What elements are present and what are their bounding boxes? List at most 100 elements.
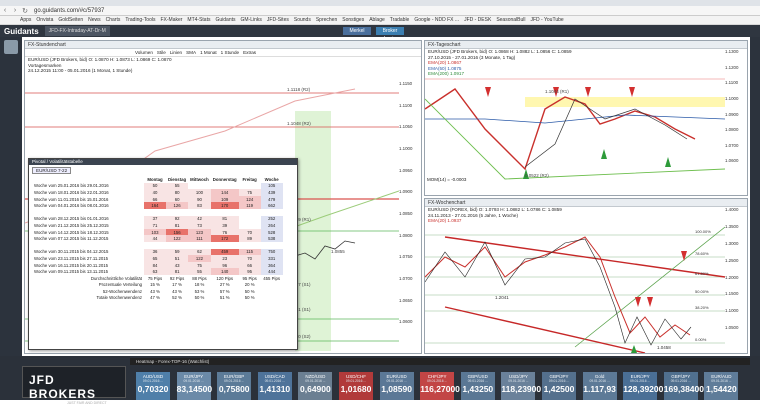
resistance-zone xyxy=(525,97,725,107)
heatmap-tile[interactable]: Gold 09.01.2016 ... 1.117,93 xyxy=(582,372,617,400)
price-label: 1.0458 xyxy=(657,345,671,350)
toolbar-button[interactable]: SMA xyxy=(186,49,196,56)
tile-date: 09.01.2016 ... xyxy=(589,379,610,383)
summary-cell: 50 % xyxy=(244,288,255,294)
summary-row: Prozentuale Verteilung 15 % 17 % 18 % 27 % 20… xyxy=(32,282,283,289)
heatmap-tile[interactable]: AUD/USD 09.01.2016 ... 0,70320 xyxy=(136,372,170,400)
toolbar-button[interactable]: Volumen xyxy=(135,49,153,56)
bookmark-item[interactable]: News xyxy=(88,17,101,23)
summary-cell: 20 % xyxy=(244,282,255,288)
axis-tick-label: 1.0500 xyxy=(725,325,739,331)
table-cell: 111 xyxy=(188,235,211,242)
bookmark-item[interactable]: Tradable xyxy=(390,17,410,23)
table-cell: 76 xyxy=(210,228,239,236)
table-cell: 115 xyxy=(238,248,261,256)
table-cell xyxy=(32,209,144,216)
forward-icon[interactable]: › xyxy=(10,7,20,14)
table-cell: 36 xyxy=(144,248,166,256)
bookmark-item[interactable]: Google - NDD FX ... xyxy=(414,17,459,23)
tab-workspace[interactable]: JFD-FX-Intraday-AT-Dr-M xyxy=(44,26,110,36)
bookmark-item[interactable]: SeasonalBull xyxy=(496,17,525,23)
table-cell: 109 xyxy=(210,195,239,203)
symbol-select[interactable]: EUR/USD 7-22 xyxy=(32,167,72,174)
heatmap-tile[interactable]: EUR/USD 09.01.2016 ... 1,08590 xyxy=(379,372,414,400)
table-cell: Woche vom 09.11.2015 bis 13.11.2015 xyxy=(34,269,109,275)
bookmark-item[interactable]: Trading-Tools xyxy=(125,17,155,23)
weekly-chart-panel: FX-Wochenchart EUR/USD (FOREX, bid) O: 1… xyxy=(424,198,748,354)
table-cell: 100 xyxy=(188,189,211,196)
tile-value: 0,75800 xyxy=(218,384,250,394)
table-cell: 122 xyxy=(188,255,211,262)
trend-line xyxy=(425,98,725,180)
table-cell: 60 xyxy=(166,195,189,203)
table-cell xyxy=(188,183,211,190)
table-cell: 89 xyxy=(238,235,261,242)
reload-icon[interactable]: ↻ xyxy=(20,7,30,15)
bookmark-item[interactable]: GoldSeiten xyxy=(58,17,83,23)
weekly-chart-canvas[interactable]: 1.2041 1.0458 100.00% 78.60% 61.80% 50.0… xyxy=(425,207,725,353)
toolbar-button[interactable]: Stile xyxy=(157,49,166,56)
table-cell xyxy=(32,242,144,249)
back-icon[interactable]: ‹ xyxy=(0,7,10,14)
summary-cell xyxy=(261,295,283,302)
tile-value: 1,41310 xyxy=(259,384,291,394)
bookmark-item[interactable]: MT4-Stats xyxy=(187,17,210,23)
toolbar-button[interactable]: 1 Monat xyxy=(200,49,217,56)
table-cell: 70 xyxy=(238,228,261,236)
heatmap-tile[interactable]: GBP/USD 09.01.2016 ... 1,43250 xyxy=(460,372,495,400)
broker-login-button[interactable]: Broker Login xyxy=(376,27,404,42)
summary-cell: 15 % xyxy=(150,282,160,288)
table-row: Woche vom 28.12.2015 bis 01.01.2016 37 92 4… xyxy=(32,215,283,223)
bookmark-item[interactable]: Guidants xyxy=(215,17,235,23)
column-header: Freitag xyxy=(242,176,257,182)
bookmark-item[interactable]: JFD - DESK xyxy=(464,17,491,23)
toolbar-button[interactable]: Extras xyxy=(243,49,256,56)
bookmark-item[interactable]: Ablage xyxy=(369,17,385,23)
heatmap-tile[interactable]: USD/JPY 09.01.2016 ... 118,23900 xyxy=(501,372,541,400)
bookmark-item[interactable]: Onvista xyxy=(36,17,53,23)
heatmap-tile[interactable]: GBP/JPY 09.01.2016 ... 169,38400 xyxy=(663,372,704,400)
daily-chart-canvas[interactable]: 1.1044 (R1) 0.0522 (R2) xyxy=(425,49,725,195)
heatmap-tile[interactable]: NZD/USD 09.01.2016 ... 0,64900 xyxy=(298,372,333,400)
mark-label: 0.0522 (R2) xyxy=(525,173,549,178)
table-cell: Woche vom 21.12.2015 bis 25.12.2015 xyxy=(34,222,109,228)
bookmark-item[interactable]: JFD - YouTube xyxy=(531,17,564,23)
bookmark-item[interactable]: Sonstiges xyxy=(342,17,364,23)
arrow-up-icon xyxy=(665,157,671,167)
bookmark-item[interactable]: GM-Links xyxy=(241,17,262,23)
tile-date: 09.01.2016 ... xyxy=(508,379,529,383)
column-header: Dienstag xyxy=(168,176,187,182)
table-cell: 70 xyxy=(238,255,261,262)
table-cell: 62 xyxy=(188,248,211,256)
axis-tick-label: 1.2500 xyxy=(725,257,739,263)
toolbar-button[interactable]: 1 Stunde xyxy=(221,49,239,56)
url-field[interactable]: go.guidants.com/#c/57937 xyxy=(34,8,104,14)
heatmap-tile[interactable]: EUR/JPY 09.01.2016 ... 128,39200 xyxy=(623,372,663,400)
bookmark-item[interactable]: Sprechen xyxy=(316,17,337,23)
avatar[interactable] xyxy=(4,40,18,54)
axis-tick-label: 1.0700 xyxy=(725,142,739,148)
bookmark-item[interactable]: Charts xyxy=(106,17,121,23)
table-row: Woche vom 21.12.2015 bis 25.12.2015 71 81 7… xyxy=(32,222,283,229)
table-cell: Woche vom 23.11.2015 bis 27.11.2015 xyxy=(34,255,109,261)
table-row: Woche vom 25.01.2016 bis 29.01.2016 50 55 1… xyxy=(32,182,283,190)
bookmark-item[interactable]: Sounds xyxy=(294,17,311,23)
heatmap-tile[interactable]: EUR/JPY 09.01.2016 ... 83,14500 xyxy=(176,372,212,400)
bookmark-item[interactable]: FX-Maker xyxy=(160,17,182,23)
bookmark-item[interactable]: JFD-Sites xyxy=(267,17,289,23)
axis-tick-label: 1.1000 xyxy=(725,308,739,314)
table-cell: 264 xyxy=(260,222,283,229)
heatmap-tile[interactable]: EUR/AUD 09.01.2016 ... 1,54420 xyxy=(704,372,739,400)
heatmap-tile[interactable]: USD/CHF 09.01.2016 ... 1,01680 xyxy=(339,372,373,400)
left-sidebar xyxy=(0,37,22,367)
heatmap-tile[interactable]: CHF/JPY 09.01.2016 ... 116,27000 xyxy=(420,372,460,400)
heatmap-tile[interactable]: USD/CAD 09.01.2016 ... 1,41310 xyxy=(257,372,292,400)
heatmap-tile[interactable]: GBP/JPY 09.01.2016 ... 1,42500 xyxy=(542,372,576,400)
bookmark-item[interactable]: Apps xyxy=(20,17,31,23)
toolbar-button[interactable]: Linien xyxy=(170,49,182,56)
axis-tick-label: 1.0900 xyxy=(725,111,739,117)
merkel-button[interactable]: Merkel xyxy=(343,27,371,35)
volatility-table-window[interactable]: Pivotal / Volatilitätstabelle EUR/USD 7-… xyxy=(28,158,298,350)
heatmap-tile[interactable]: EUR/GBP 09.01.2016 ... 0,75800 xyxy=(217,372,252,400)
tile-date: 09.01.2016 ... xyxy=(670,379,691,383)
